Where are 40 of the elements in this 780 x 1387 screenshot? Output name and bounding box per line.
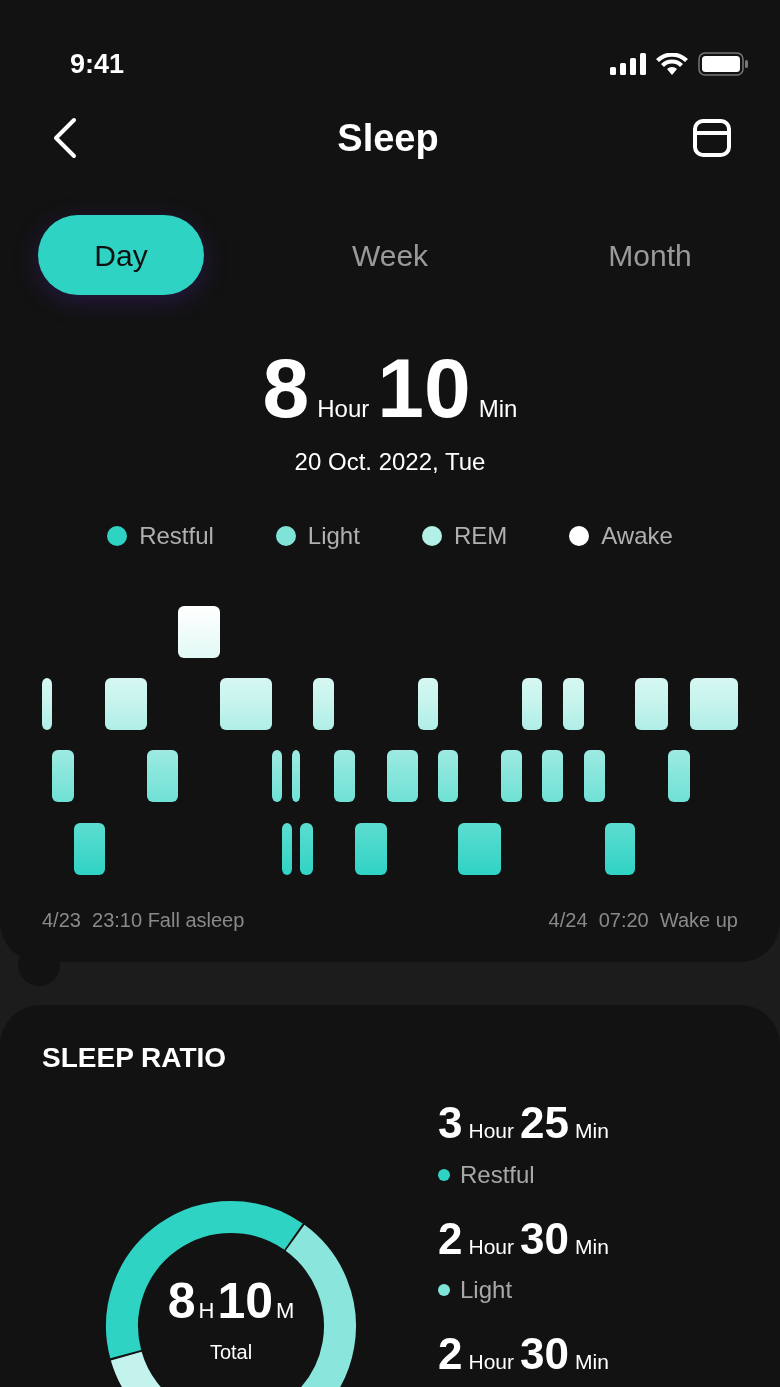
date-label: 20 Oct. 2022, Tue <box>294 447 486 477</box>
fall-asleep-time: 4/23 23:10 Fall asleep <box>42 908 245 933</box>
total-label: Total <box>209 1339 253 1365</box>
hours-unit: Hour <box>468 1118 514 1144</box>
minutes-value: 25 <box>520 1101 569 1145</box>
calendar-icon[interactable] <box>692 118 732 158</box>
minutes-unit: Min <box>574 1349 609 1375</box>
total-minutes: 10 <box>217 1275 273 1326</box>
legend-label: Restful <box>139 521 214 551</box>
minutes-value: 30 <box>520 1216 569 1261</box>
stage-label: Light <box>460 1275 513 1305</box>
hours-value: 2 <box>438 1332 463 1376</box>
hours-value: 2 <box>438 1216 463 1261</box>
signal-icon <box>610 53 646 75</box>
hours-value: 3 <box>438 1101 463 1145</box>
tab[interactable]: Day <box>38 215 204 295</box>
minutes-unit: Min <box>574 1233 609 1260</box>
section-title: SLEEP RATIO <box>42 1041 228 1075</box>
tab[interactable]: Month <box>567 215 733 295</box>
total-hours: 8 <box>167 1275 196 1326</box>
minutes-value: 30 <box>520 1332 569 1376</box>
legend-label: Light <box>307 521 360 551</box>
minutes-unit: Min <box>478 394 518 424</box>
tab[interactable]: Week <box>307 215 473 295</box>
stage-label: Restful <box>460 1159 535 1190</box>
minutes-value: 10 <box>377 346 471 430</box>
hours-unit: Hour <box>317 394 370 424</box>
battery-icon <box>698 52 748 76</box>
hours-unit: Hour <box>468 1349 514 1375</box>
page-title: Sleep <box>337 115 439 161</box>
total-minutes-unit: M <box>276 1296 295 1325</box>
minutes-unit: Min <box>574 1118 609 1144</box>
legend-label: Awake <box>601 521 673 551</box>
legend-label: REM <box>453 521 508 551</box>
hours-value: 8 <box>262 346 310 430</box>
wake-up-time: 4/24 07:20 Wake up <box>548 908 738 933</box>
wifi-icon <box>656 53 688 75</box>
status-time: 9:41 <box>70 47 125 81</box>
hours-unit: Hour <box>468 1233 514 1260</box>
total-hours-unit: H <box>198 1296 215 1325</box>
